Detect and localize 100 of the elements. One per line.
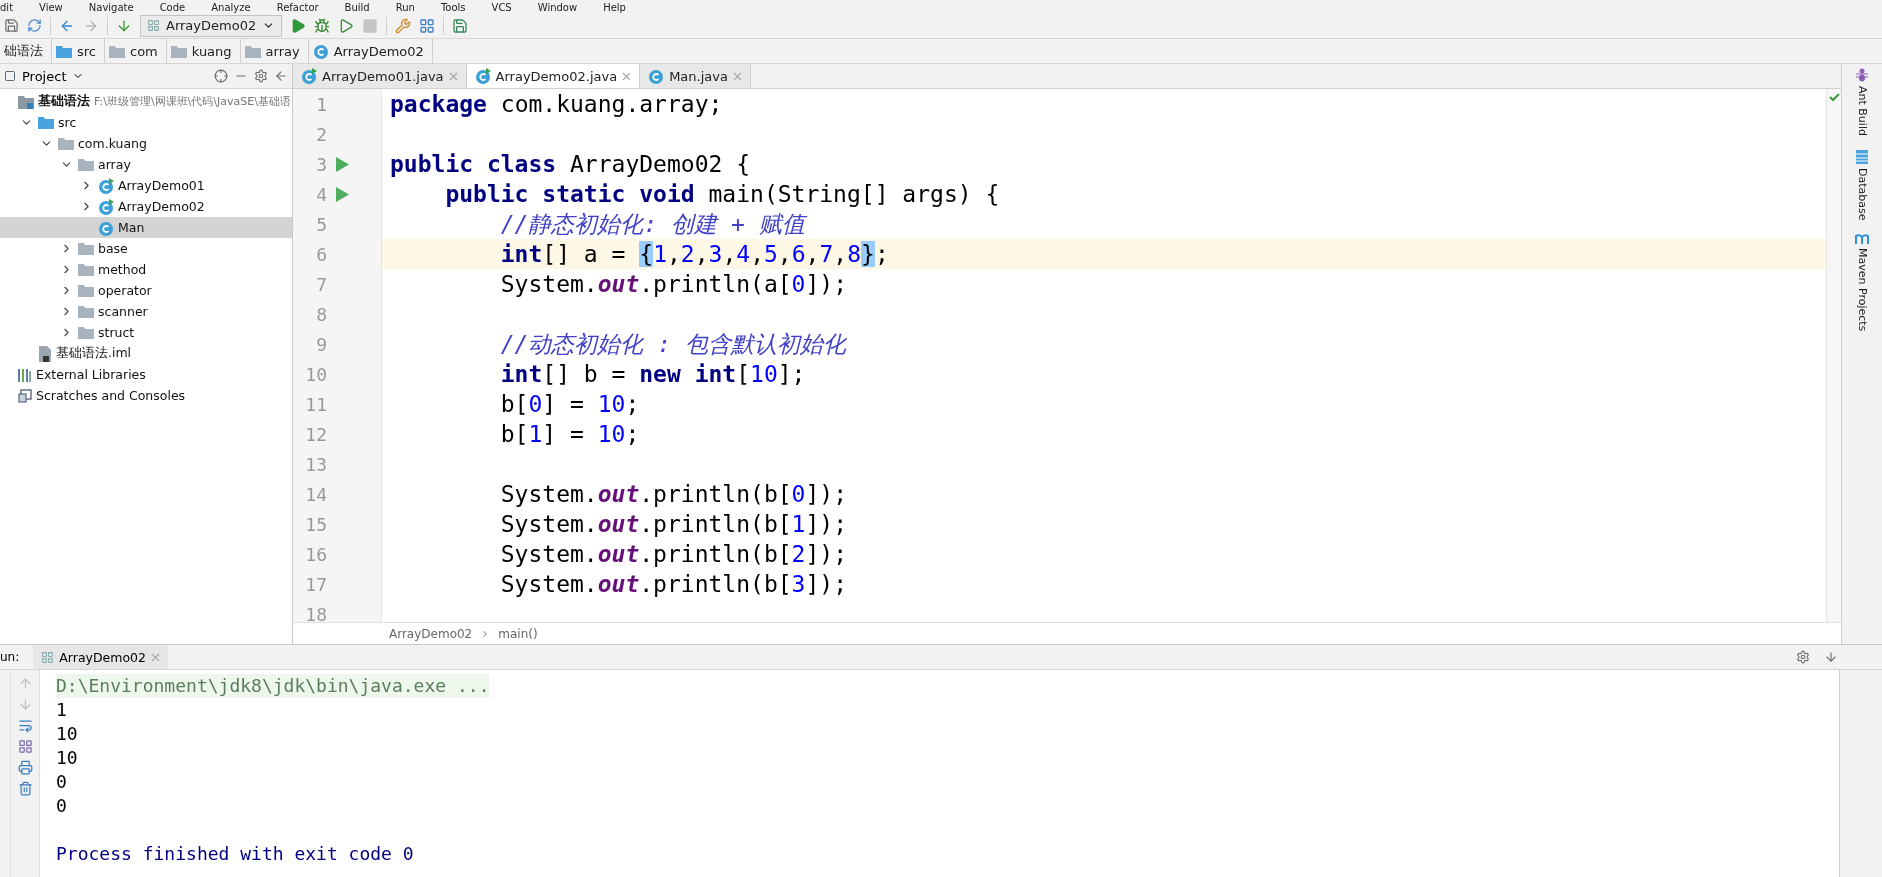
line-number: 11 bbox=[304, 393, 327, 415]
menu-item[interactable]: Analyze bbox=[211, 2, 251, 13]
save-icon[interactable] bbox=[4, 18, 19, 33]
print-icon[interactable] bbox=[17, 760, 33, 775]
menu-item[interactable]: Tools bbox=[440, 2, 466, 13]
editor-tab[interactable]: Man.java bbox=[640, 64, 751, 88]
editor-tab[interactable]: ArrayDemo02.java bbox=[466, 64, 641, 88]
tree-item-label: 基础语法.iml bbox=[56, 345, 132, 362]
coverage-icon[interactable] bbox=[338, 17, 355, 34]
editor-tab[interactable]: ArrayDemo01.java bbox=[293, 64, 467, 88]
console-line: 10 bbox=[56, 746, 78, 770]
menu-item[interactable]: Run bbox=[395, 2, 415, 13]
wrench-icon[interactable] bbox=[395, 17, 412, 34]
breadcrumb-item[interactable]: ArrayDemo02 bbox=[389, 626, 473, 641]
tree-item[interactable]: struct bbox=[0, 322, 292, 343]
wrap-icon[interactable] bbox=[17, 718, 33, 733]
breadcrumb-item[interactable]: com bbox=[105, 39, 167, 63]
tree-item[interactable]: base bbox=[0, 238, 292, 259]
ant-icon bbox=[1856, 68, 1868, 82]
settings-icon[interactable] bbox=[254, 69, 268, 83]
run-tab[interactable]: ArrayDemo02 bbox=[33, 645, 168, 669]
breadcrumb-item[interactable]: 础语法 bbox=[0, 39, 52, 63]
structure-icon[interactable] bbox=[419, 17, 436, 34]
console-line: 0 bbox=[56, 794, 67, 818]
code-line: System.out.println(b[3]); bbox=[499, 570, 848, 599]
folder-icon bbox=[78, 242, 94, 255]
save-all-icon[interactable] bbox=[452, 17, 469, 34]
code-line: b[0] = 10; bbox=[499, 390, 641, 419]
tree-item[interactable]: ArrayDemo02 bbox=[0, 196, 292, 217]
menu-item[interactable]: Help bbox=[603, 2, 626, 13]
menu-item[interactable]: Code bbox=[159, 2, 186, 13]
tree-item[interactable]: com.kuang bbox=[0, 133, 292, 154]
runnable-class-icon bbox=[474, 68, 491, 84]
line-number: 17 bbox=[304, 573, 327, 595]
settings-icon[interactable] bbox=[1796, 650, 1810, 664]
menu-item[interactable]: VCS bbox=[491, 2, 512, 13]
application-icon bbox=[147, 19, 160, 32]
tree-item[interactable]: src bbox=[0, 112, 292, 133]
class-icon bbox=[98, 219, 114, 236]
trash-icon[interactable] bbox=[17, 781, 33, 796]
tree-item[interactable]: Scratches and Consoles bbox=[0, 385, 292, 406]
run-configuration-dropdown[interactable]: ArrayDemo02 bbox=[140, 14, 283, 37]
run-label: un: bbox=[0, 650, 20, 664]
tree-item[interactable]: array bbox=[0, 154, 292, 175]
tree-item[interactable]: External Libraries bbox=[0, 364, 292, 385]
line-number: 6 bbox=[315, 243, 327, 265]
breadcrumb-item[interactable]: main() bbox=[498, 626, 538, 641]
menu-item[interactable]: Window bbox=[537, 2, 578, 13]
locate-icon[interactable] bbox=[214, 69, 228, 83]
class-icon bbox=[648, 68, 665, 84]
folder-icon bbox=[38, 116, 54, 129]
code-line: int[] b = new int[10]; bbox=[499, 360, 807, 389]
breadcrumb-item[interactable]: src bbox=[52, 39, 105, 63]
run-icon[interactable] bbox=[290, 17, 307, 34]
tree-item[interactable]: Man bbox=[0, 217, 292, 238]
tree-item-label: ArrayDemo01 bbox=[118, 178, 205, 193]
runnable-class-icon bbox=[301, 68, 317, 84]
line-number: 18 bbox=[304, 603, 327, 622]
code-line: public class ArrayDemo02 { bbox=[389, 150, 752, 179]
hide-icon[interactable] bbox=[274, 69, 288, 83]
menu-item[interactable]: Navigate bbox=[88, 2, 134, 13]
sync-icon[interactable] bbox=[27, 18, 42, 33]
tree-item[interactable]: method bbox=[0, 259, 292, 280]
breadcrumb-item[interactable]: ArrayDemo02 bbox=[308, 39, 433, 63]
menu-item[interactable]: View bbox=[39, 2, 63, 13]
runnable-class-icon bbox=[98, 198, 114, 215]
tool-window-button[interactable]: Database bbox=[1855, 149, 1869, 221]
scratches-icon bbox=[18, 388, 32, 403]
tree-item-label: ArrayDemo02 bbox=[118, 199, 205, 214]
file-icon bbox=[38, 345, 52, 362]
line-number: 5 bbox=[315, 213, 327, 235]
menu-item[interactable]: Build bbox=[344, 2, 370, 13]
close-icon[interactable] bbox=[622, 71, 632, 81]
breadcrumb-item[interactable]: kuang bbox=[166, 39, 241, 63]
line-number: 4 bbox=[315, 183, 327, 205]
tree-item[interactable]: operator bbox=[0, 280, 292, 301]
tree-item[interactable]: ArrayDemo01 bbox=[0, 175, 292, 196]
tool-window-button[interactable]: Maven Projects bbox=[1855, 234, 1869, 332]
tree-item[interactable]: scanner bbox=[0, 301, 292, 322]
menu-item[interactable]: Refactor bbox=[276, 2, 319, 13]
line-number: 16 bbox=[304, 543, 327, 565]
tool-window-button[interactable]: Ant Build bbox=[1855, 68, 1869, 136]
menu-item[interactable]: dit bbox=[0, 2, 14, 13]
hide-icon[interactable] bbox=[1824, 650, 1838, 664]
run-gutter-icon[interactable] bbox=[335, 186, 349, 202]
maven-icon bbox=[1855, 234, 1869, 245]
panel-title[interactable]: Project bbox=[22, 68, 67, 84]
database-icon bbox=[1856, 149, 1868, 164]
folder-icon bbox=[78, 326, 94, 339]
tree-item-label: operator bbox=[98, 283, 152, 298]
run-gutter-icon[interactable] bbox=[335, 156, 349, 172]
tree-item[interactable]: 基础语法.iml bbox=[0, 343, 292, 364]
tree-item-label: Scratches and Consoles bbox=[36, 388, 186, 403]
runnable-class-icon bbox=[98, 177, 114, 194]
tree-item-label: External Libraries bbox=[36, 367, 146, 382]
tree-item[interactable]: 基础语法 F:\班级管理\网课班\代码\JavaSE\基础语 bbox=[0, 91, 292, 112]
breadcrumb-item[interactable]: array bbox=[240, 39, 309, 63]
code-line: System.out.println(b[0]); bbox=[499, 480, 848, 509]
folder-icon bbox=[109, 44, 125, 58]
debug-icon[interactable] bbox=[314, 17, 331, 34]
